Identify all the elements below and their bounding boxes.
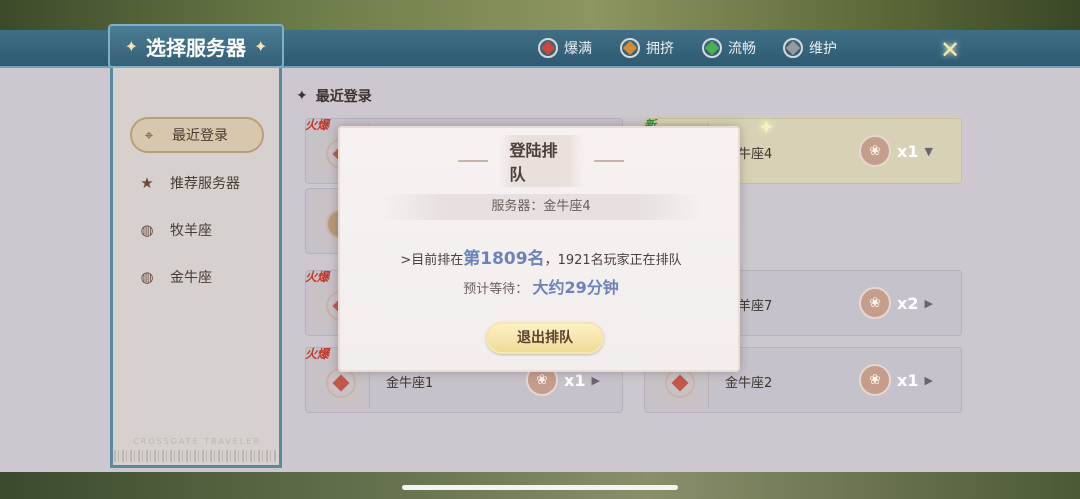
dialog-server-name: 服务器：金牛座4 — [380, 194, 702, 220]
sidebar-footer: CROSSGATE TRAVELER — [133, 437, 261, 446]
avatar: ❀ — [859, 364, 891, 396]
sidebar-item-recent[interactable]: ⌖ 最近登录 — [130, 117, 264, 153]
legend-label: 爆满 — [564, 41, 592, 57]
chevron-right-icon[interactable]: ▶ — [591, 374, 599, 387]
full-status-icon — [538, 38, 558, 58]
close-icon[interactable]: ✕ — [936, 36, 964, 64]
multiplier: x1 — [564, 370, 586, 390]
chevron-right-icon[interactable]: ▶ — [924, 374, 932, 387]
sidebar-item-recommended[interactable]: ★ 推荐服务器 — [130, 165, 264, 201]
queue-dialog: 登陆排队 服务器：金牛座4 >目前排在第1809名，1921名玩家正在排队 预计… — [338, 126, 740, 372]
globe-icon: ◍ — [140, 221, 154, 239]
star-icon: ★ — [140, 174, 154, 192]
chevron-right-icon[interactable]: ▶ — [924, 297, 932, 310]
dialog-title-band: 登陆排队 — [458, 135, 624, 187]
hot-tag: 火爆 — [305, 347, 330, 361]
section-title: ✦ 最近登录 — [296, 88, 372, 105]
sidebar — [110, 32, 282, 468]
full-status-icon — [326, 368, 356, 398]
sidebar-item-taurus[interactable]: ◍ 金牛座 — [130, 259, 264, 295]
wait-time: 大约29分钟 — [532, 278, 619, 297]
hot-tag: 火爆 — [305, 118, 330, 132]
page-title-text: 选择服务器 — [146, 35, 246, 60]
hot-tag: 火爆 — [305, 270, 330, 284]
legend-busy: 拥挤 — [620, 38, 674, 58]
sidebar-item-label: 牧羊座 — [170, 223, 212, 239]
chevron-down-icon[interactable]: ▼ — [924, 145, 932, 158]
queue-position: >目前排在第1809名，1921名玩家正在排队 — [400, 249, 682, 269]
sidebar-item-label: 金牛座 — [170, 270, 212, 286]
legend-label: 维护 — [809, 41, 837, 57]
sparkle-icon: ✦ — [758, 115, 775, 139]
globe-icon: ◍ — [140, 268, 154, 286]
sparkle-icon: ✦ — [124, 36, 138, 56]
server-name: 金牛座1 — [386, 376, 434, 391]
multiplier: x1 — [897, 370, 919, 390]
sidebar-item-label: 推荐服务器 — [170, 176, 240, 192]
queue-rank: 第1809名 — [463, 249, 545, 269]
avatar: ❀ — [859, 287, 891, 319]
busy-status-icon — [620, 38, 640, 58]
sparkle-icon: ✦ — [296, 88, 308, 104]
sidebar-item-aries[interactable]: ◍ 牧羊座 — [130, 212, 264, 248]
legend-label: 流畅 — [728, 41, 756, 57]
page-title: ✦ 选择服务器 ✦ — [108, 24, 284, 68]
maintenance-status-icon — [783, 38, 803, 58]
legend-maintenance: 维护 — [783, 38, 837, 58]
legend-full: 爆满 — [538, 38, 592, 58]
dialog-title: 登陆排队 — [497, 135, 585, 187]
server-name: 金牛座2 — [725, 376, 773, 391]
location-icon: ⌖ — [144, 126, 154, 144]
exit-queue-button[interactable]: 退出排队 — [486, 322, 604, 354]
sidebar-item-label: 最近登录 — [172, 128, 228, 144]
avatar: ❀ — [859, 135, 891, 167]
sparkle-icon: ✦ — [254, 36, 268, 56]
estimated-wait: 预计等待： 大约29分钟 — [463, 278, 619, 297]
home-indicator[interactable] — [402, 485, 678, 490]
full-status-icon — [665, 368, 695, 398]
multiplier: x2 — [897, 293, 919, 313]
legend-smooth: 流畅 — [702, 38, 756, 58]
smooth-status-icon — [702, 38, 722, 58]
legend-label: 拥挤 — [646, 41, 674, 57]
barcode-decoration — [114, 450, 278, 462]
multiplier: x1 — [897, 141, 919, 161]
